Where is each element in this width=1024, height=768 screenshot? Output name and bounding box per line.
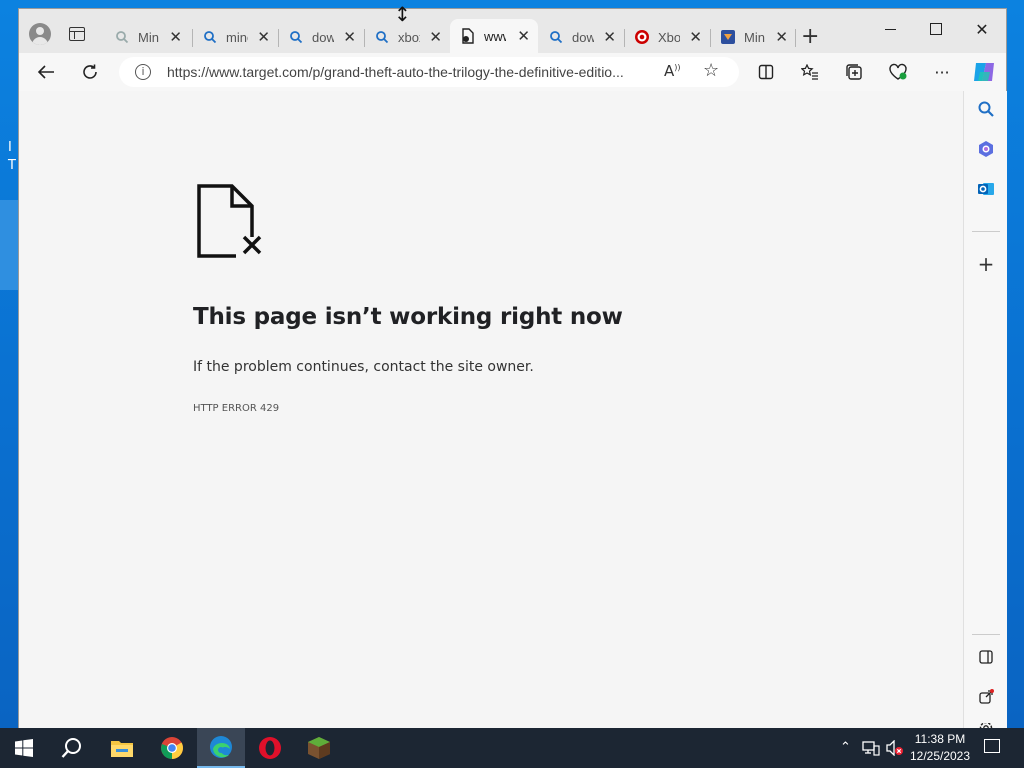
error-message: If the problem continues, contact the si… bbox=[193, 359, 534, 375]
tab[interactable]: dow ✕ bbox=[278, 21, 364, 53]
desktop-text-fragment: I bbox=[8, 140, 12, 155]
file-explorer-icon[interactable] bbox=[98, 728, 146, 768]
show-hidden-icons-chevron-icon[interactable]: ⌃ bbox=[840, 740, 851, 755]
search-icon bbox=[548, 29, 564, 45]
url-text[interactable]: https://www.target.com/p/grand-theft-aut… bbox=[167, 64, 652, 80]
browser-window: Min ✕ mine ✕ dow ✕ xbox ✕ www ✕ dow bbox=[18, 8, 1007, 733]
tab-actions-icon[interactable] bbox=[69, 27, 85, 41]
collections-icon[interactable] bbox=[841, 59, 867, 85]
desktop-text-fragment: T bbox=[8, 158, 16, 173]
copilot-icon[interactable] bbox=[971, 59, 997, 85]
chrome-icon[interactable] bbox=[148, 728, 196, 768]
profile-avatar-icon[interactable] bbox=[29, 23, 51, 45]
target-logo-icon bbox=[634, 29, 650, 45]
search-icon bbox=[114, 29, 130, 45]
tab-label: dow bbox=[572, 29, 594, 45]
tab[interactable]: dow ✕ bbox=[538, 21, 624, 53]
resize-cursor-icon: ↕ bbox=[394, 2, 411, 26]
tab-label: Min bbox=[138, 29, 159, 45]
app-logo-icon bbox=[720, 29, 736, 45]
tab-label: www bbox=[484, 28, 506, 44]
close-window-button[interactable]: ✕ bbox=[959, 15, 1005, 43]
notifications-icon[interactable] bbox=[984, 739, 1000, 753]
taskbar: ⌃ 11:38 PM 12/25/2023 bbox=[0, 728, 1024, 768]
hide-sidebar-icon[interactable] bbox=[974, 645, 998, 669]
minecraft-icon[interactable] bbox=[295, 728, 343, 768]
browser-essentials-icon[interactable] bbox=[885, 59, 911, 85]
minimize-button[interactable] bbox=[867, 15, 913, 43]
search-icon[interactable] bbox=[974, 97, 998, 121]
clock-date: 12/25/2023 bbox=[909, 749, 971, 763]
error-title: This page isn’t working right now bbox=[193, 304, 623, 330]
tab-label: xbox bbox=[398, 29, 420, 45]
close-icon[interactable]: ✕ bbox=[169, 28, 182, 46]
read-aloud-icon[interactable]: A)) bbox=[664, 62, 681, 80]
tab[interactable]: Min ✕ bbox=[710, 21, 796, 53]
site-info-icon[interactable]: i bbox=[135, 64, 151, 80]
search-icon bbox=[202, 29, 218, 45]
volume-muted-icon[interactable] bbox=[886, 739, 904, 760]
close-icon[interactable]: ✕ bbox=[689, 28, 702, 46]
close-icon[interactable]: ✕ bbox=[603, 28, 616, 46]
close-icon[interactable]: ✕ bbox=[517, 27, 530, 45]
browser-toolbar: i https://www.target.com/p/grand-theft-a… bbox=[19, 53, 1006, 91]
tab[interactable]: Min ✕ bbox=[104, 21, 190, 53]
clock-time: 11:38 PM bbox=[914, 732, 966, 746]
error-code: HTTP ERROR 429 bbox=[193, 403, 280, 414]
edge-icon[interactable] bbox=[197, 728, 245, 768]
tab-label: Min bbox=[744, 29, 765, 45]
tab-label: mine bbox=[226, 29, 248, 45]
search-taskbar-icon[interactable] bbox=[48, 728, 96, 768]
back-icon[interactable] bbox=[33, 59, 59, 85]
broken-file-icon bbox=[196, 183, 268, 264]
tab-active[interactable]: www ✕ bbox=[450, 19, 538, 53]
tab-label: Xbo bbox=[658, 29, 680, 45]
address-bar[interactable]: i https://www.target.com/p/grand-theft-a… bbox=[119, 57, 739, 87]
opera-icon[interactable] bbox=[246, 728, 294, 768]
close-icon[interactable]: ✕ bbox=[257, 28, 270, 46]
open-external-icon[interactable] bbox=[974, 685, 998, 709]
favorites-icon[interactable] bbox=[797, 59, 823, 85]
start-button[interactable] bbox=[0, 728, 48, 768]
split-screen-icon[interactable] bbox=[753, 59, 779, 85]
outlook-icon[interactable] bbox=[974, 177, 998, 201]
favorite-star-icon[interactable]: ☆ bbox=[703, 60, 719, 81]
close-icon[interactable]: ✕ bbox=[429, 28, 442, 46]
new-tab-icon[interactable]: + bbox=[801, 24, 819, 49]
tab-label: dow bbox=[312, 29, 334, 45]
copilot-sidebar-icon[interactable] bbox=[974, 137, 998, 161]
search-icon bbox=[374, 29, 390, 45]
edge-sidebar: + bbox=[963, 91, 1007, 733]
refresh-icon[interactable] bbox=[77, 59, 103, 85]
system-clock[interactable]: 11:38 PM 12/25/2023 bbox=[906, 731, 974, 765]
desktop-icon-fragment[interactable] bbox=[0, 200, 18, 290]
sidebar-divider bbox=[972, 231, 1000, 232]
tab[interactable]: mine ✕ bbox=[192, 21, 278, 53]
maximize-button[interactable] bbox=[913, 15, 959, 43]
add-icon[interactable]: + bbox=[974, 252, 998, 276]
more-options-icon[interactable]: ··· bbox=[929, 59, 955, 85]
sidebar-divider bbox=[972, 634, 1000, 635]
network-icon[interactable] bbox=[862, 740, 880, 760]
tab-separator bbox=[795, 29, 796, 47]
close-icon[interactable]: ✕ bbox=[343, 28, 356, 46]
search-icon bbox=[288, 29, 304, 45]
title-bar: Min ✕ mine ✕ dow ✕ xbox ✕ www ✕ dow bbox=[19, 9, 1006, 53]
broken-page-icon bbox=[460, 28, 476, 44]
page-content: This page isn’t working right now If the… bbox=[19, 91, 963, 729]
close-icon[interactable]: ✕ bbox=[775, 28, 788, 46]
tab[interactable]: Xbo ✕ bbox=[624, 21, 710, 53]
